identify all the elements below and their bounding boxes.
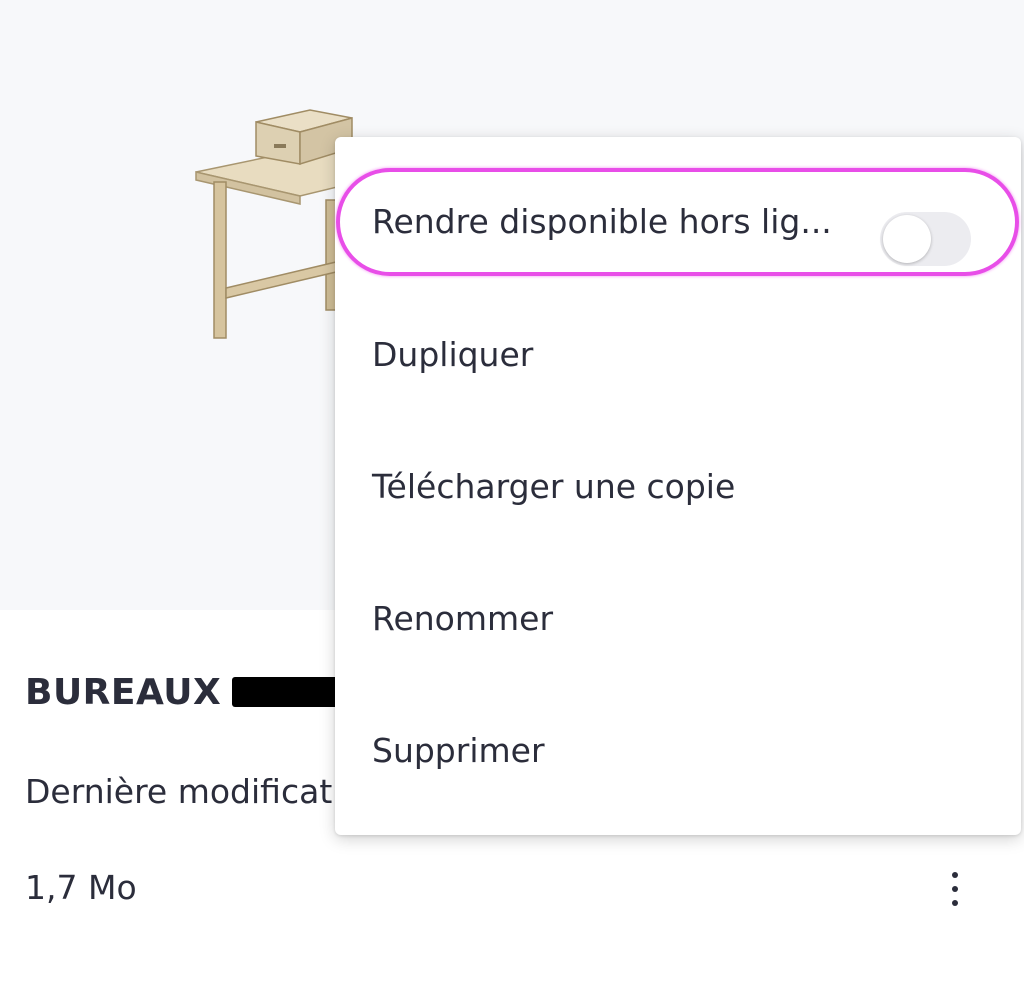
file-last-modified: Dernière modificat [25,772,333,811]
menu-item-duplicate-label: Dupliquer [372,334,534,374]
more-options-button[interactable] [935,865,975,913]
file-card: BUREAUX Dernière modificat 1,7 Mo Rendre… [0,0,1024,981]
menu-item-delete[interactable]: Supprimer [335,684,1021,816]
menu-item-duplicate[interactable]: Dupliquer [335,288,1021,420]
more-vertical-icon [952,872,958,878]
offline-toggle[interactable] [880,212,971,266]
menu-item-download-label: Télécharger une copie [372,466,736,506]
menu-item-offline[interactable]: Rendre disponible hors lig... [335,154,1021,288]
menu-item-download[interactable]: Télécharger une copie [335,420,1021,552]
menu-item-delete-label: Supprimer [372,730,545,770]
toggle-knob [883,215,931,263]
context-menu: Rendre disponible hors lig... Dupliquer … [335,137,1021,835]
menu-item-rename-label: Renommer [372,598,554,638]
redaction-mark [232,677,338,707]
menu-item-offline-label: Rendre disponible hors lig... [372,201,832,241]
menu-item-rename[interactable]: Renommer [335,552,1021,684]
file-size: 1,7 Mo [25,868,137,907]
file-title: BUREAUX [25,672,222,713]
